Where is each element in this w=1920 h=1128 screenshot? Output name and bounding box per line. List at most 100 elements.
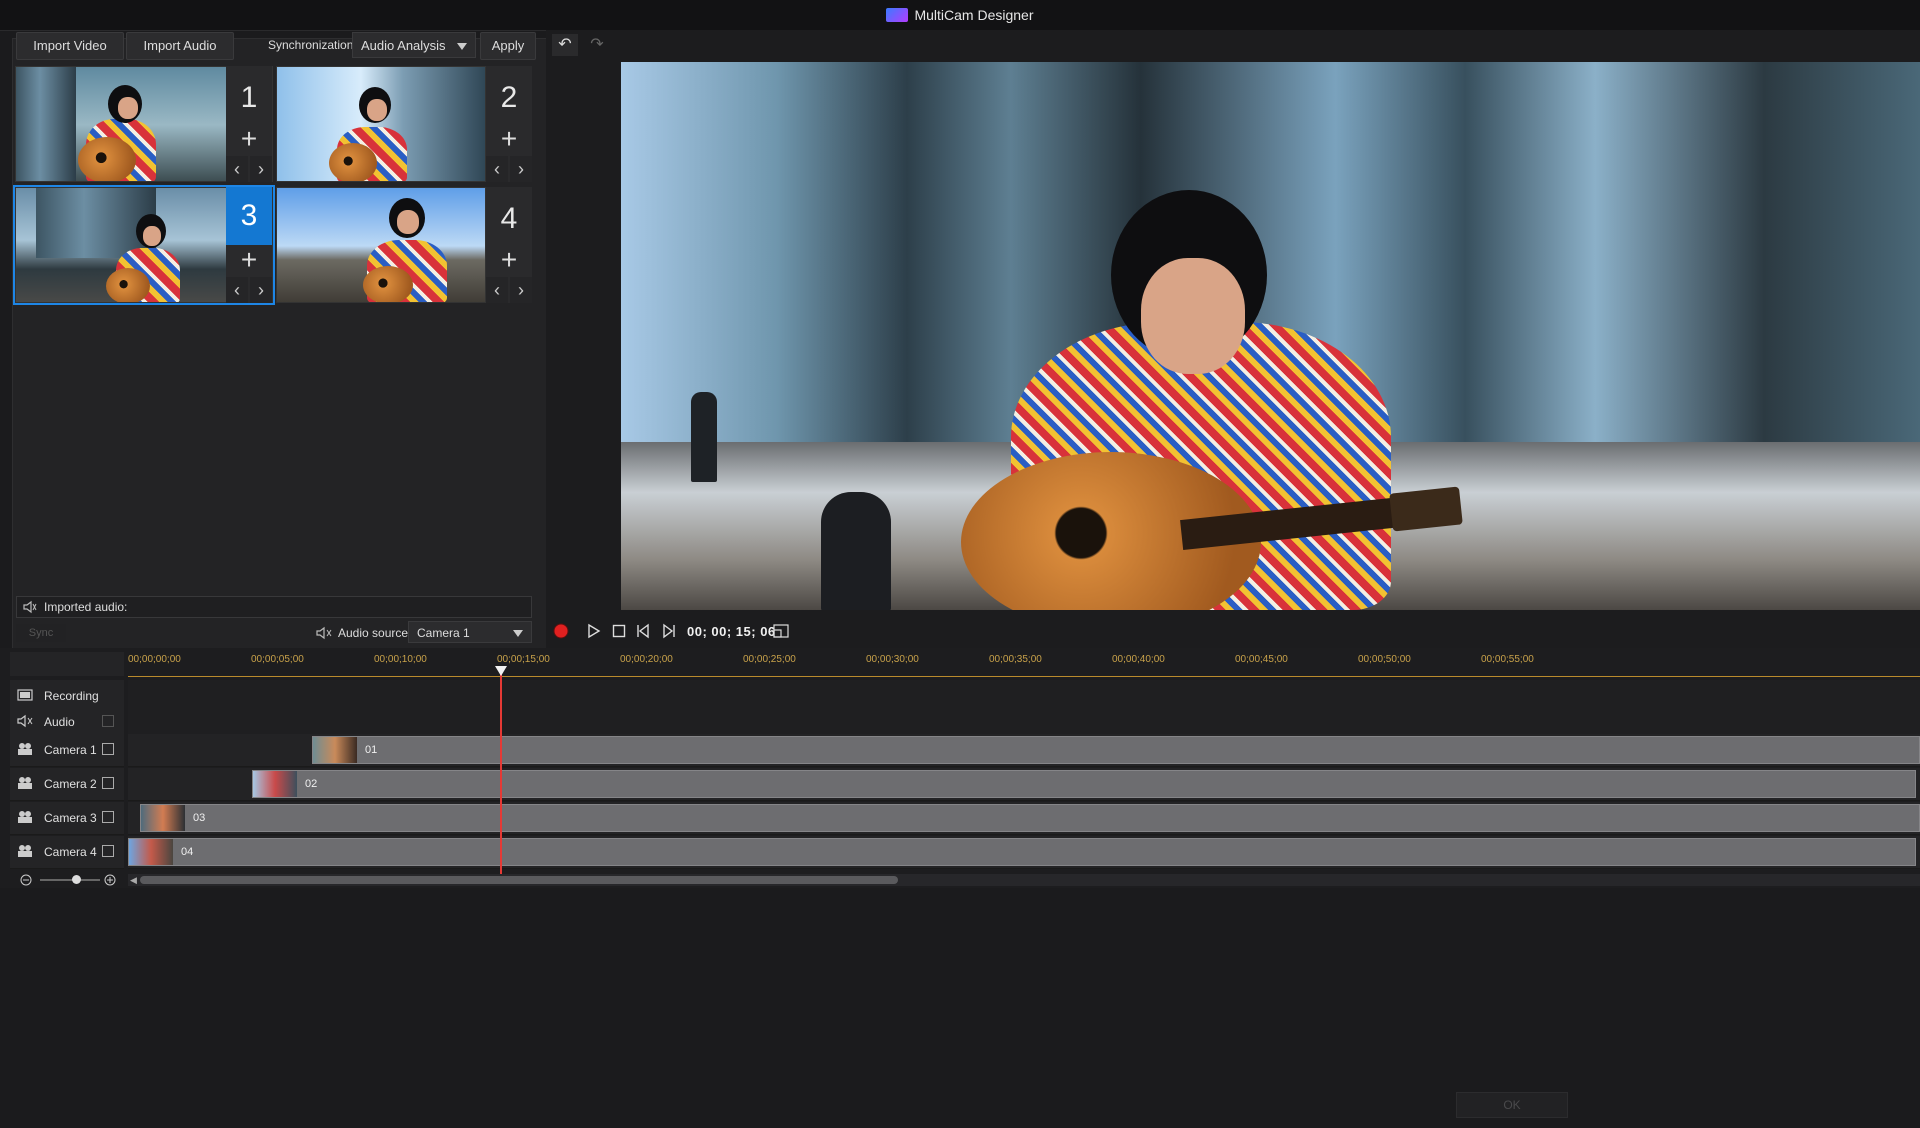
window-title: MultiCam Designer bbox=[0, 0, 1920, 30]
camera-1-next-button[interactable]: › bbox=[250, 156, 272, 182]
camera-2-prev-button[interactable]: ‹ bbox=[486, 156, 508, 182]
list-icon[interactable] bbox=[102, 777, 114, 789]
camera-3-controls: 3 + ‹ › bbox=[226, 187, 272, 303]
stop-button[interactable] bbox=[612, 624, 626, 638]
clip-camera-4[interactable]: 04 bbox=[128, 838, 1916, 866]
performer-face bbox=[1141, 258, 1245, 374]
clip-thumbnail bbox=[313, 737, 357, 763]
recording-audio-lanes[interactable] bbox=[128, 680, 1920, 735]
camera-4-next-button[interactable]: › bbox=[510, 277, 532, 303]
film-icon bbox=[17, 689, 33, 701]
imported-audio-row[interactable]: Imported audio: bbox=[16, 596, 532, 618]
ruler-label: 00;00;30;00 bbox=[866, 654, 919, 665]
ruler-label: 00;00;05;00 bbox=[251, 654, 304, 665]
record-button[interactable] bbox=[553, 623, 569, 639]
camera-4-number[interactable]: 4 bbox=[486, 193, 532, 245]
audio-source-value: Camera 1 bbox=[417, 626, 470, 640]
audio-source-select[interactable]: Camera 1 bbox=[408, 621, 532, 643]
camera-people-icon bbox=[18, 743, 32, 755]
clip-thumbnail bbox=[141, 805, 185, 831]
zoom-slider-handle[interactable] bbox=[72, 875, 81, 884]
ok-button[interactable]: OK bbox=[1456, 1092, 1568, 1118]
zoom-in-icon[interactable] bbox=[104, 874, 116, 886]
camera-4-controls: 4 + ‹ › bbox=[486, 187, 532, 303]
sync-button[interactable]: Sync bbox=[16, 624, 66, 642]
list-icon[interactable] bbox=[102, 811, 114, 823]
clip-label: 03 bbox=[193, 812, 206, 824]
playhead-handle[interactable] bbox=[495, 666, 507, 676]
list-icon[interactable] bbox=[102, 743, 114, 755]
clip-camera-1[interactable]: 01 bbox=[312, 736, 1920, 764]
zoom-out-icon[interactable] bbox=[20, 874, 32, 886]
app-logo-icon bbox=[886, 8, 909, 22]
audio-source-label: Audio source: bbox=[338, 626, 412, 640]
track-header-camera-2[interactable]: Camera 2 bbox=[10, 768, 124, 801]
sync-label: Synchronization: bbox=[268, 38, 357, 52]
camera-people-icon bbox=[18, 777, 32, 789]
redo-icon[interactable]: ↷ bbox=[584, 34, 610, 56]
undo-icon[interactable]: ↶ bbox=[552, 34, 578, 56]
time-ruler[interactable]: 00;00;00;00 00;00;05;00 00;00;10;00 00;0… bbox=[128, 648, 1920, 677]
camera-people-icon bbox=[18, 845, 32, 857]
clip-label: 04 bbox=[181, 846, 194, 858]
list-icon[interactable] bbox=[102, 845, 114, 857]
import-video-button[interactable]: Import Video bbox=[16, 32, 124, 60]
ruler-label: 00;00;45;00 bbox=[1235, 654, 1288, 665]
ruler-label: 00;00;10;00 bbox=[374, 654, 427, 665]
add-camera-4-button[interactable]: + bbox=[486, 245, 532, 275]
playhead[interactable] bbox=[500, 668, 502, 874]
zoom-slider-track[interactable] bbox=[40, 879, 100, 881]
track-lane-camera-1[interactable]: 01 bbox=[128, 734, 1920, 767]
speaker-icon bbox=[316, 626, 332, 640]
clip-camera-3[interactable]: 03 bbox=[140, 804, 1920, 832]
clip-thumbnail bbox=[253, 771, 297, 797]
apply-button[interactable]: Apply bbox=[480, 32, 536, 60]
camera-tile-4[interactable] bbox=[276, 187, 486, 303]
camera-2-thumbnail bbox=[277, 67, 485, 181]
ruler-label: 00;00;00;00 bbox=[128, 654, 181, 665]
clip-thumbnail bbox=[129, 839, 173, 865]
timeline-zoom bbox=[12, 872, 126, 888]
ruler-label: 00;00;20;00 bbox=[620, 654, 673, 665]
camera-1-controls: 1 + ‹ › bbox=[226, 66, 272, 182]
ruler-label: 00;00;35;00 bbox=[989, 654, 1042, 665]
camera-4-prev-button[interactable]: ‹ bbox=[486, 277, 508, 303]
camera-2-number[interactable]: 2 bbox=[486, 72, 532, 124]
play-button[interactable] bbox=[587, 623, 601, 639]
camera-tile-2[interactable] bbox=[276, 66, 486, 182]
track-lane-camera-4[interactable]: 04 bbox=[128, 836, 1920, 869]
add-camera-2-button[interactable]: + bbox=[486, 124, 532, 154]
sync-select[interactable]: Audio Analysis bbox=[352, 32, 476, 58]
track-lane-camera-3[interactable]: 03 bbox=[128, 802, 1920, 835]
camera-3-prev-button[interactable]: ‹ bbox=[226, 277, 248, 303]
chevron-down-icon bbox=[513, 630, 523, 637]
camera-3-next-button[interactable]: › bbox=[250, 277, 272, 303]
add-camera-1-button[interactable]: + bbox=[226, 124, 272, 154]
track-header-camera-3[interactable]: Camera 3 bbox=[10, 802, 124, 835]
track-header-camera-4[interactable]: Camera 4 bbox=[10, 836, 124, 869]
camera-3-number[interactable]: 3 bbox=[226, 187, 272, 245]
video-preview bbox=[621, 62, 1920, 610]
scroll-left-icon[interactable]: ◀ bbox=[130, 874, 140, 886]
lamp-post-small bbox=[691, 392, 717, 482]
horizontal-scrollbar-thumb[interactable] bbox=[140, 876, 898, 884]
clip-label: 02 bbox=[305, 778, 318, 790]
camera-people-icon bbox=[18, 811, 32, 823]
ruler-label: 00;00;55;00 bbox=[1481, 654, 1534, 665]
track-label: Recording bbox=[44, 689, 99, 703]
track-label: Camera 4 bbox=[44, 845, 97, 859]
screen-size-icon[interactable] bbox=[773, 624, 789, 638]
add-camera-3-button[interactable]: + bbox=[226, 245, 272, 275]
track-lane-camera-2[interactable]: 02 bbox=[128, 768, 1920, 801]
track-label: Camera 2 bbox=[44, 777, 97, 791]
ruler-label: 00;00;40;00 bbox=[1112, 654, 1165, 665]
camera-1-number[interactable]: 1 bbox=[226, 72, 272, 124]
import-audio-button[interactable]: Import Audio bbox=[126, 32, 234, 60]
next-frame-button[interactable] bbox=[660, 623, 676, 639]
timeline-header-spacer bbox=[10, 652, 124, 676]
track-header-camera-1[interactable]: Camera 1 bbox=[10, 734, 124, 767]
camera-2-next-button[interactable]: › bbox=[510, 156, 532, 182]
previous-frame-button[interactable] bbox=[636, 623, 652, 639]
list-icon[interactable] bbox=[102, 715, 114, 727]
camera-1-prev-button[interactable]: ‹ bbox=[226, 156, 248, 182]
